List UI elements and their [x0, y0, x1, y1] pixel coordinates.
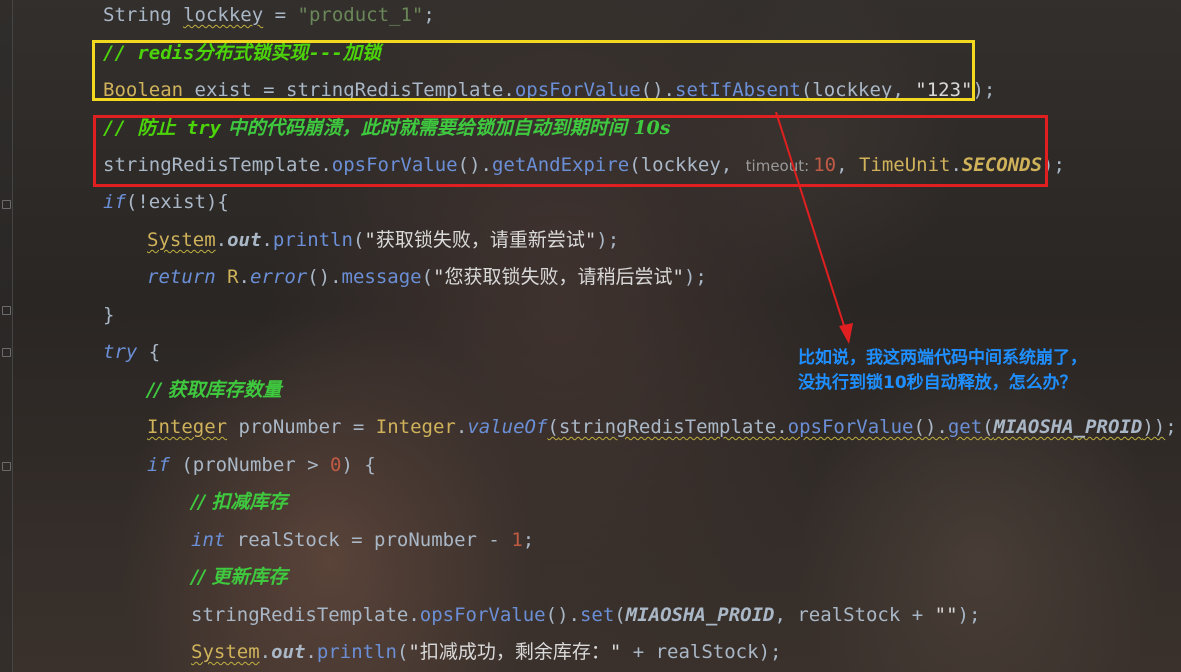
code-editor[interactable]: String lockkey = "product_1"; // redis分布… [0, 0, 1181, 672]
annotation-note: 比如说，我这两端代码中间系统崩了， 没执行到锁10秒自动释放，怎么办？ [798, 346, 1128, 396]
annotation-line-1: 比如说，我这两端代码中间系统崩了， [798, 348, 1087, 368]
annotation-arrow-icon [775, 111, 853, 344]
annotation-line-2: 没执行到锁10秒自动释放，怎么办？ [798, 373, 1077, 393]
